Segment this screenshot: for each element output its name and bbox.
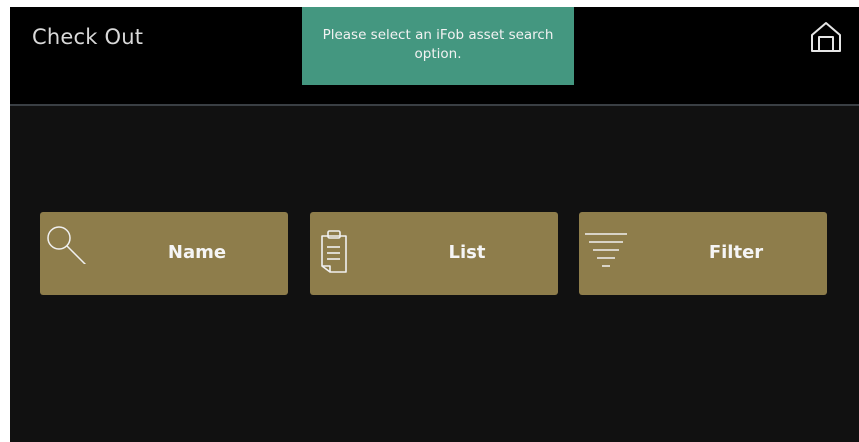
filter-icon (585, 233, 627, 267)
filter-button-label: Filter (708, 242, 764, 263)
search-icon (47, 226, 87, 264)
list-button-label: List (448, 242, 486, 263)
home-button[interactable] (809, 21, 843, 53)
notification-toast: Please select an iFob asset search optio… (302, 7, 574, 85)
home-icon (811, 22, 841, 52)
clipboard-icon (321, 230, 347, 273)
page-title: Check Out (32, 25, 144, 49)
name-button-label: Name (167, 242, 227, 263)
check-out-screen: Check Out Please select an iFob asset se… (10, 7, 859, 442)
search-by-name-button[interactable]: Name (40, 212, 288, 295)
search-by-list-button[interactable]: List (310, 212, 558, 295)
header-bar: Check Out Please select an iFob asset se… (10, 7, 859, 106)
search-by-filter-button[interactable]: Filter (579, 212, 827, 295)
